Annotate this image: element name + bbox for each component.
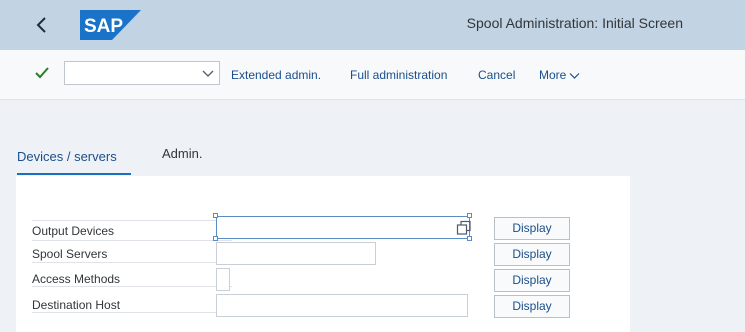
tab-content-panel: Output Devices Display Spool Servers Dis… <box>16 176 630 332</box>
sap-logo: SAP <box>80 10 141 40</box>
display-destination-host-button[interactable]: Display <box>494 295 570 318</box>
shell-header: SAP Spool Administration: Initial Screen <box>0 0 745 50</box>
back-button[interactable] <box>30 13 54 37</box>
selection-handle <box>213 236 218 241</box>
cancel-button[interactable]: Cancel <box>478 68 515 82</box>
enter-button[interactable] <box>33 64 51 82</box>
label-output-devices: Output Devices <box>32 224 115 238</box>
full-administration-button[interactable]: Full administration <box>350 68 447 82</box>
label-spool-servers: Spool Servers <box>32 247 108 261</box>
destination-host-input[interactable] <box>216 294 468 317</box>
checkmark-icon <box>35 67 49 79</box>
more-button[interactable]: More <box>539 68 580 82</box>
display-spool-servers-button[interactable]: Display <box>494 243 570 266</box>
svg-text:SAP: SAP <box>84 16 123 37</box>
tab-admin[interactable]: Admin. <box>162 143 202 161</box>
tab-devices-servers[interactable]: Devices / servers <box>17 143 131 175</box>
chevron-down-icon <box>569 72 580 79</box>
extended-admin-button[interactable]: Extended admin. <box>231 68 321 82</box>
selection-handle <box>213 213 218 218</box>
access-methods-input[interactable] <box>216 268 230 291</box>
value-help-icon[interactable] <box>456 220 472 236</box>
selection-handle <box>467 213 472 218</box>
command-field[interactable] <box>64 61 220 85</box>
more-button-label: More <box>539 68 567 82</box>
output-devices-input[interactable] <box>216 216 470 239</box>
display-access-methods-button[interactable]: Display <box>494 269 570 292</box>
chevron-down-icon[interactable] <box>202 68 214 78</box>
selection-handle <box>467 236 472 241</box>
label-destination-host: Destination Host <box>32 298 121 312</box>
spool-servers-input[interactable] <box>216 242 376 265</box>
page-title: Spool Administration: Initial Screen <box>466 15 683 31</box>
display-output-devices-button[interactable]: Display <box>494 217 570 240</box>
label-access-methods: Access Methods <box>32 272 121 286</box>
application-toolbar: Extended admin. Full administration Canc… <box>0 50 745 100</box>
chevron-left-icon <box>36 17 46 33</box>
